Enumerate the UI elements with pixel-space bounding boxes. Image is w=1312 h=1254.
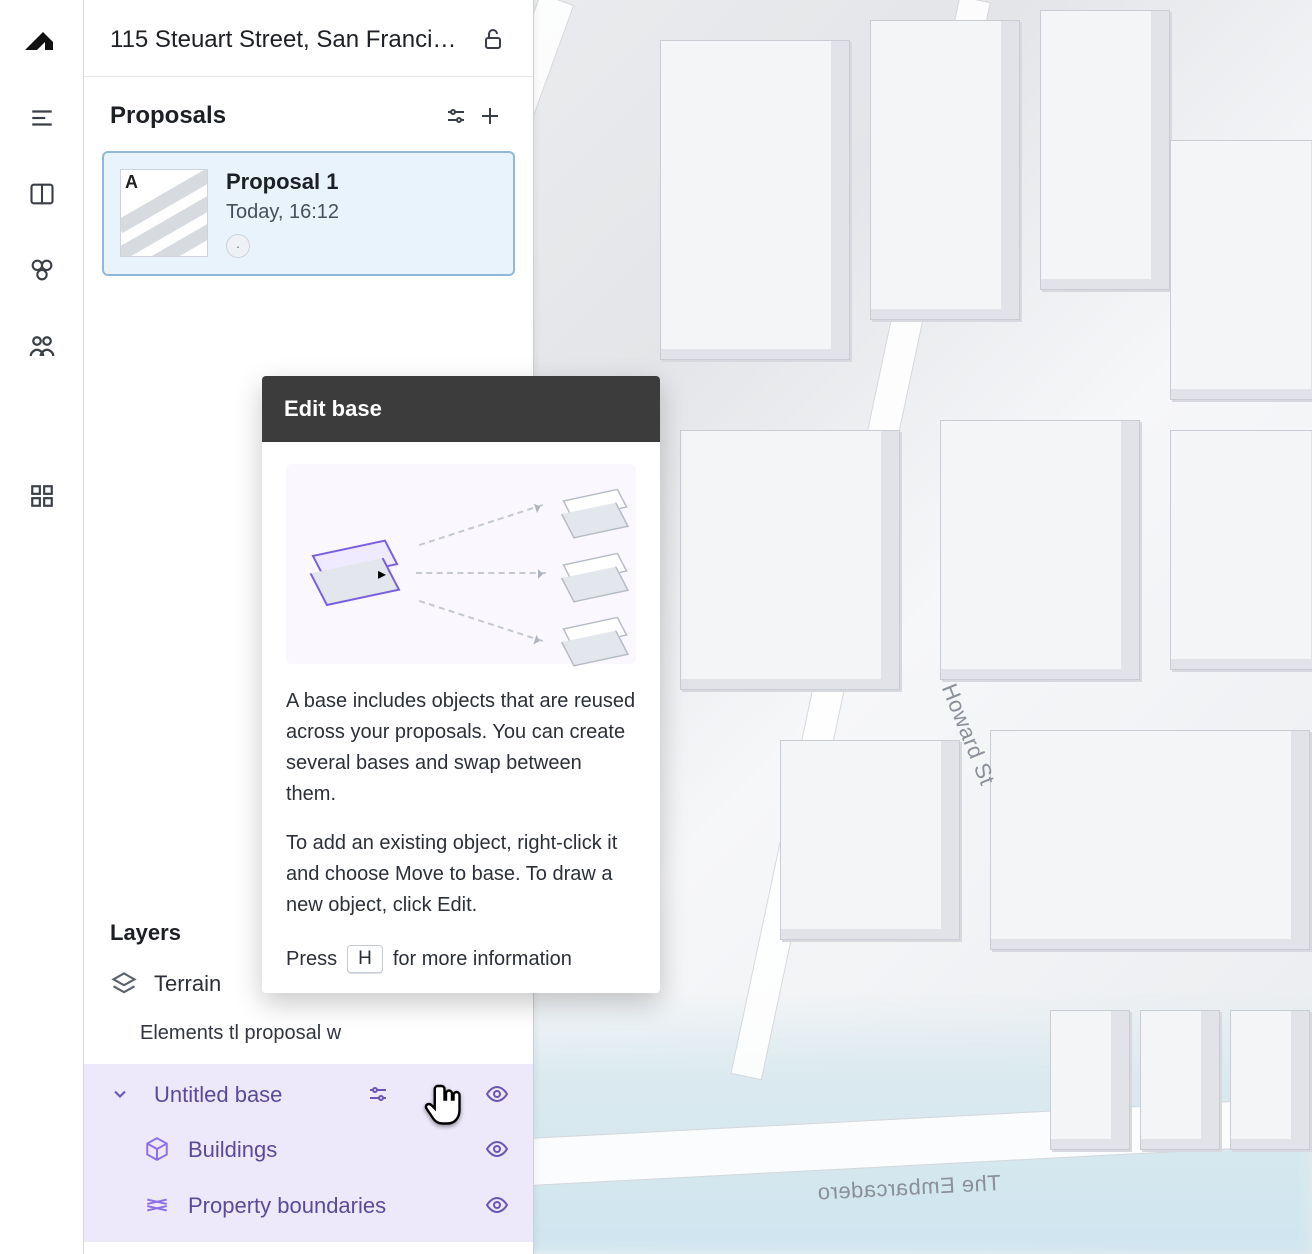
menu-icon[interactable] (21, 97, 63, 139)
popover-title: Edit base (262, 376, 660, 442)
layer-property-boundaries[interactable]: Property boundaries (84, 1178, 533, 1234)
popover-paragraph: To add an existing object, right-click i… (286, 828, 636, 921)
visibility-icon[interactable] (485, 1137, 511, 1163)
proposals-title: Proposals (110, 102, 439, 130)
address-row: 115 Steuart Street, San Francisco, … (84, 0, 533, 77)
building-block (1050, 1010, 1130, 1150)
cube-icon (144, 1136, 172, 1164)
chevron-down-icon[interactable] (110, 1084, 132, 1106)
layer-label: Untitled base (154, 1082, 282, 1108)
edit-base-popover: Edit base ▸ A base includes objects that… (262, 376, 660, 993)
key-badge: H (347, 945, 383, 973)
app-logo-icon[interactable] (23, 28, 61, 63)
layer-buildings[interactable]: Buildings (84, 1122, 533, 1178)
base-group: Untitled base Buildings (84, 1064, 533, 1242)
building-block (1040, 10, 1170, 290)
proposal-title: Proposal 1 (226, 169, 339, 195)
project-address[interactable]: 115 Steuart Street, San Francisco, … (110, 26, 467, 54)
building-block (680, 430, 900, 690)
modules-icon[interactable] (21, 249, 63, 291)
building-block (1170, 140, 1312, 400)
popover-key-hint: Press H for more information (286, 939, 636, 973)
building-block (990, 730, 1310, 950)
edit-base-icon[interactable] (366, 1082, 392, 1108)
building-block (1140, 1010, 1220, 1150)
key-prefix: Press (286, 948, 337, 971)
book-icon[interactable] (21, 173, 63, 215)
left-rail (0, 0, 84, 1254)
key-suffix: for more information (393, 948, 572, 971)
layer-label: Property boundaries (188, 1193, 386, 1219)
proposal-card[interactable]: A Proposal 1 Today, 16:12 · (102, 151, 515, 276)
building-block (780, 740, 960, 940)
building-block (660, 40, 850, 360)
boundaries-icon (144, 1192, 172, 1220)
unlock-icon[interactable] (481, 27, 507, 53)
proposals-header: Proposals (84, 77, 533, 151)
popover-paragraph: A base includes objects that are reused … (286, 686, 636, 810)
building-block (1170, 430, 1312, 670)
layer-base[interactable]: Untitled base (84, 1068, 533, 1122)
terrain-icon (110, 970, 138, 998)
filter-icon[interactable] (439, 99, 473, 133)
visibility-icon[interactable] (485, 1082, 511, 1108)
proposal-time: Today, 16:12 (226, 201, 339, 224)
popover-illustration: ▸ (286, 464, 636, 664)
layer-label: Terrain (154, 971, 221, 997)
add-proposal-icon[interactable] (473, 99, 507, 133)
thumbnail-tag: A (125, 172, 138, 193)
building-block (940, 420, 1140, 680)
proposal-thumbnail: A (120, 169, 208, 257)
visibility-icon[interactable] (485, 1193, 511, 1219)
proposal-owner-avatar: · (226, 234, 250, 258)
building-block (870, 20, 1020, 320)
people-icon[interactable] (21, 325, 63, 367)
layer-label: Buildings (188, 1137, 277, 1163)
apps-grid-icon[interactable] (21, 475, 63, 517)
layers-hint: Elements tl proposal w (84, 1012, 533, 1064)
building-block (1230, 1010, 1310, 1150)
